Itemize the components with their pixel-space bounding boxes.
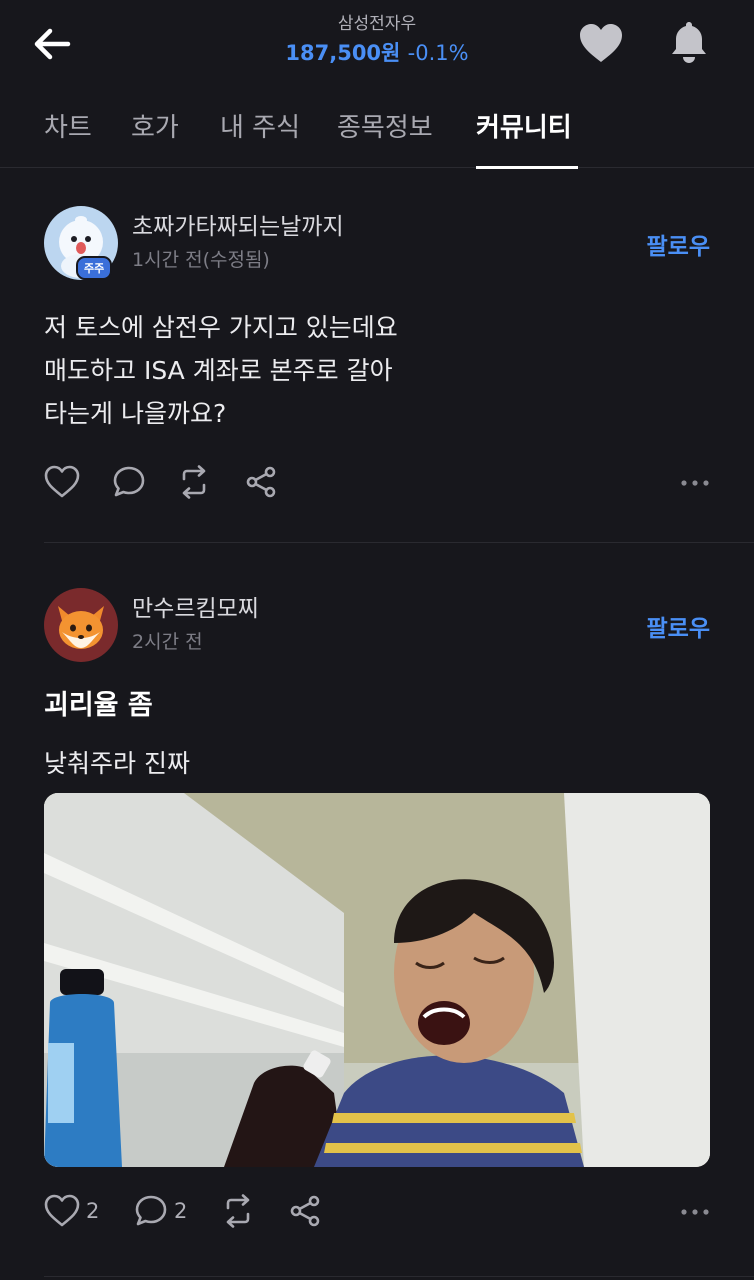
avatar[interactable]	[44, 588, 118, 662]
favorite-button[interactable]	[578, 22, 624, 66]
heart-icon	[44, 465, 80, 498]
post-divider	[44, 542, 754, 543]
post-body[interactable]: 저 토스에 삼전우 가지고 있는데요 매도하고 ISA 계좌로 본주로 갈아 타…	[44, 306, 398, 435]
share-icon	[290, 1195, 320, 1227]
post-card: 만수르킴모찌 2시간 전 팔로우 괴리율 좀 낮춰주라 진짜 2 2	[44, 588, 710, 1248]
comment-button[interactable]	[112, 462, 152, 502]
post-title[interactable]: 괴리율 좀	[44, 686, 153, 726]
price-row: 187,500원 -0.1%	[0, 36, 754, 70]
like-button[interactable]	[44, 462, 86, 502]
tab-stock-info[interactable]: 종목정보	[337, 110, 433, 146]
post-image[interactable]	[44, 793, 710, 1167]
share-button[interactable]	[288, 1191, 322, 1231]
share-icon	[246, 466, 276, 498]
comment-count: 2	[174, 1199, 188, 1223]
repost-icon	[182, 465, 206, 499]
post-author[interactable]: 초짜가타짜되는날까지	[132, 210, 344, 244]
repost-button[interactable]	[220, 1191, 256, 1231]
more-options-button[interactable]	[680, 1203, 710, 1215]
post-card: 주주 초짜가타짜되는날까지 1시간 전(수정됨) 팔로우 저 토스에 삼전우 가…	[44, 206, 710, 516]
more-icon	[681, 480, 709, 486]
bell-icon	[672, 22, 706, 63]
notification-button[interactable]	[666, 18, 712, 66]
repost-icon	[226, 1194, 250, 1228]
post-time: 1시간 전(수정됨)	[132, 249, 270, 271]
active-tab-indicator	[476, 166, 578, 169]
comment-icon	[135, 1195, 167, 1226]
follow-button[interactable]: 팔로우	[647, 612, 710, 646]
stock-price: 187,500원	[285, 41, 401, 65]
tab-bar: 차트 호가 내 주식 종목정보 커뮤니티	[0, 96, 754, 169]
repost-button[interactable]	[176, 462, 212, 502]
more-icon	[681, 1209, 709, 1215]
tab-my-stock[interactable]: 내 주식	[220, 110, 300, 146]
share-button[interactable]	[244, 462, 278, 502]
like-count: 2	[86, 1199, 100, 1223]
tab-chart[interactable]: 차트	[44, 110, 92, 146]
post-actions: 2 2	[44, 1191, 710, 1231]
stock-header: 삼성전자우 187,500원 -0.1%	[0, 12, 754, 70]
comment-button[interactable]: 2	[134, 1191, 187, 1231]
more-options-button[interactable]	[680, 474, 710, 486]
post-time: 2시간 전	[132, 631, 203, 653]
post-divider	[44, 1276, 754, 1277]
tab-orderbook[interactable]: 호가	[131, 110, 179, 146]
top-bar: 삼성전자우 187,500원 -0.1%	[0, 0, 754, 90]
post-author[interactable]: 만수르킴모찌	[132, 592, 259, 626]
like-button[interactable]: 2	[44, 1191, 99, 1231]
stock-change: -0.1%	[407, 41, 469, 65]
shareholder-badge: 주주	[76, 256, 113, 280]
heart-icon	[44, 1194, 80, 1227]
heart-icon	[580, 24, 622, 62]
post-actions	[44, 462, 710, 502]
post-body[interactable]: 낮춰주라 진짜	[44, 742, 190, 785]
comment-icon	[113, 466, 145, 497]
tab-community[interactable]: 커뮤니티	[476, 110, 572, 146]
follow-button[interactable]: 팔로우	[647, 230, 710, 264]
stock-name: 삼성전자우	[337, 14, 417, 34]
